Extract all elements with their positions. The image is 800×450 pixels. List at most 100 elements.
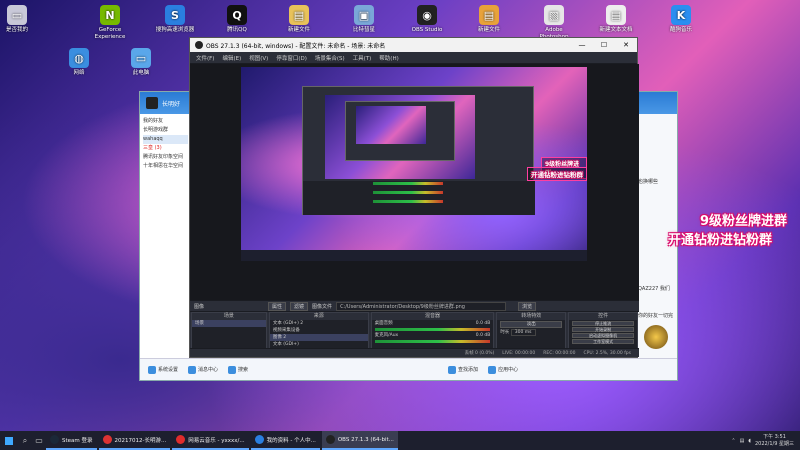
search-button[interactable]: 搜索 [228,365,248,374]
source-name: 图像 [194,303,205,310]
image-path-input[interactable]: C:/Users/Administrator/Desktop/9级粉丝牌进群.p… [336,301,507,311]
list-item[interactable]: 三皇 (3) [143,144,188,153]
desktop-shortcut[interactable]: S 搜狗高速浏览器 [152,5,198,34]
studio-mode-button[interactable]: 工作室模式 [572,339,634,344]
volume-icon[interactable]: ◖ [748,438,751,444]
sources-dock[interactable]: 来源 文本 (GDI+) 2 视频采集设备 图像 2 文本 (GDI+) [268,312,369,350]
app-icon [254,435,264,444]
taskbar-app[interactable]: 我的资料 - 个人中... [250,431,320,450]
message-center-button[interactable]: 消息中心 [188,365,218,374]
start-recording-button[interactable]: 开始录制 [572,327,634,332]
source-item[interactable]: 文本 (GDI+) [270,341,368,348]
close-button[interactable]: ✕ [615,41,637,49]
clock[interactable]: 下午 3:51 2022/1/9 星期三 [755,434,794,448]
recycle-bin-icon: ▭ [7,5,27,25]
search-icon [228,365,237,374]
obs-titlebar[interactable]: OBS 27.1.3 (64-bit, windows) - 配置文件: 未命名… [190,38,637,52]
app-icon [50,435,59,444]
desktop-shortcut-label: 新建文本文档 [599,27,633,33]
mixer-header: 混音器 [371,313,494,320]
menu-edit[interactable]: 编辑(E) [222,54,241,62]
desktop-shortcut-label: 此电脑 [132,70,150,76]
properties-button[interactable]: 属性 [268,301,287,311]
nested-taskbar [241,250,587,261]
maximize-button[interactable]: ☐ [593,41,615,49]
mixer-dock[interactable]: 混音器 桌面音频 0.0 dB 麦克风/Aux 0.0 dB [370,312,495,350]
minimize-button[interactable]: — [571,41,593,49]
desktop-shortcut[interactable]: ◍ 网络 [56,48,102,77]
app-center-button[interactable]: 应用中心 [488,365,518,374]
desktop-shortcut-label: GeForce Experience [94,27,126,40]
menu-file[interactable]: 文件(F) [196,54,214,62]
desktop-shortcut[interactable]: ▭ 此电脑 [118,48,164,77]
controls-dock[interactable]: 控件 停止推流 开始录制 启动虚拟摄像机 工作室模式 [568,312,638,350]
obs-window[interactable]: OBS 27.1.3 (64-bit, windows) - 配置文件: 未命名… [189,37,639,358]
transitions-header: 转场特效 [497,313,566,320]
status-cpu: CPU: 2.5%, 30.00 fps [583,350,632,356]
kugou-icon: K [671,5,691,25]
network-icon[interactable]: ▤ [740,438,745,444]
filters-button[interactable]: 滤镜 [290,301,309,311]
browse-button[interactable]: 浏览 [518,301,537,311]
source-item[interactable]: 文本 (GDI+) 2 [270,320,368,327]
desktop-shortcut[interactable]: ◉ OBS Studio [404,5,450,34]
taskbar-app[interactable]: 20217012-长明游... [98,431,171,450]
task-view-icon[interactable]: ▭ [32,431,46,450]
taskbar-apps: Steam 登录 20217012-长明游... 网易云音乐 - yxxxx/...… [46,431,400,450]
menu-tools[interactable]: 工具(T) [353,54,372,62]
status-bar: 丢帧 0 (0.0%) LIVE: 00:00:00 REC: 00:00:00… [190,348,639,357]
status-rec: REC: 00:00:00 [543,350,576,356]
scenes-dock[interactable]: 场景 场景 [191,312,267,350]
menu-help[interactable]: 帮助(H) [379,54,398,62]
desktop-shortcut[interactable]: ▤ 新建文件 [276,5,322,34]
source-item[interactable]: 图像 2 [269,334,368,341]
desktop-shortcut[interactable]: N GeForce Experience [87,5,133,41]
find-add-button[interactable]: 查找添加 [448,365,478,374]
transitions-dock[interactable]: 转场特效 淡出 时长 300 ms [496,312,567,350]
list-item[interactable]: wahaqq [143,135,188,144]
scene-item[interactable]: 场景 [192,320,266,327]
desktop-shortcut-label: 网络 [73,70,85,76]
duration-input[interactable]: 300 ms [510,329,536,336]
chevron-up-icon[interactable]: ⌃ [731,438,735,444]
stop-streaming-button[interactable]: 停止推流 [572,321,634,326]
list-item[interactable]: 长明游戏群 [143,126,188,135]
search-icon[interactable]: ⌕ [18,431,32,450]
qq-bottom-bar: 系统设置 消息中心 搜索 查找添加 应用中心 [140,358,677,380]
taskbar-app[interactable]: 网易云音乐 - yxxxx/... [172,431,249,450]
taskbar-app[interactable]: OBS 27.1.3 (64-bit... [321,431,398,450]
overlay-promo-1: 9级粉丝牌进群 [700,214,788,229]
transition-select[interactable]: 淡出 [500,321,563,328]
avatar[interactable] [146,97,158,109]
start-button[interactable] [0,431,18,450]
mic-audio-meter [374,340,491,343]
desktop-shortcut[interactable]: ▣ 比特彗星 [341,5,387,34]
menu-view[interactable]: 视图(V) [249,54,268,62]
desktop-shortcut[interactable]: ▤ 新建文件 [466,5,512,34]
source-item[interactable]: 视频采集设备 [270,327,368,334]
app-grid-icon [488,365,497,374]
desktop-shortcut-label: 酷狗音乐 [669,27,692,33]
desktop-shortcut[interactable]: Q 腾讯QQ [214,5,260,34]
desktop-shortcut[interactable]: ▤ 新建文本文档 [593,5,639,34]
list-item[interactable]: 我的好友 [143,117,188,126]
virtual-camera-button[interactable]: 启动虚拟摄像机 [572,333,634,338]
desktop-shortcut[interactable]: ▭ 是否我的 [0,5,40,34]
desktop-shortcut-label: 新建文件 [477,27,500,33]
desktop-shortcut[interactable]: ▧Adobe Photoshop [531,5,577,41]
photoshop-icon: ▧ [544,5,564,25]
bitcomet-icon: ▣ [354,5,374,25]
menu-scene-collection[interactable]: 场景集合(S) [315,54,345,62]
taskbar-app-label: Steam 登录 [62,437,93,444]
menu-docks[interactable]: 停靠窗口(D) [276,54,307,62]
controls-header: 控件 [569,313,637,320]
taskbar-app[interactable]: Steam 登录 [46,431,97,450]
settings-button[interactable]: 系统设置 [148,365,178,374]
qq-contact-list[interactable]: 我的好友 长明游戏群 wahaqq 三皇 (3) 腾讯好友印象空间 十年相思在华… [140,114,192,358]
preview-canvas[interactable]: 9级粉丝牌进群 开通钻粉进钻粉群 [241,67,587,261]
list-item[interactable]: 腾讯好友印象空间 [143,153,188,162]
taskbar-app-label: 20217012-长明游... [114,437,167,444]
desktop-shortcut[interactable]: K 酷狗音乐 [658,5,704,34]
list-item[interactable]: 十年相思在华空间 [143,162,188,171]
preview-area[interactable]: 9级粉丝牌进群 开通钻粉进钻粉群 [190,64,639,300]
